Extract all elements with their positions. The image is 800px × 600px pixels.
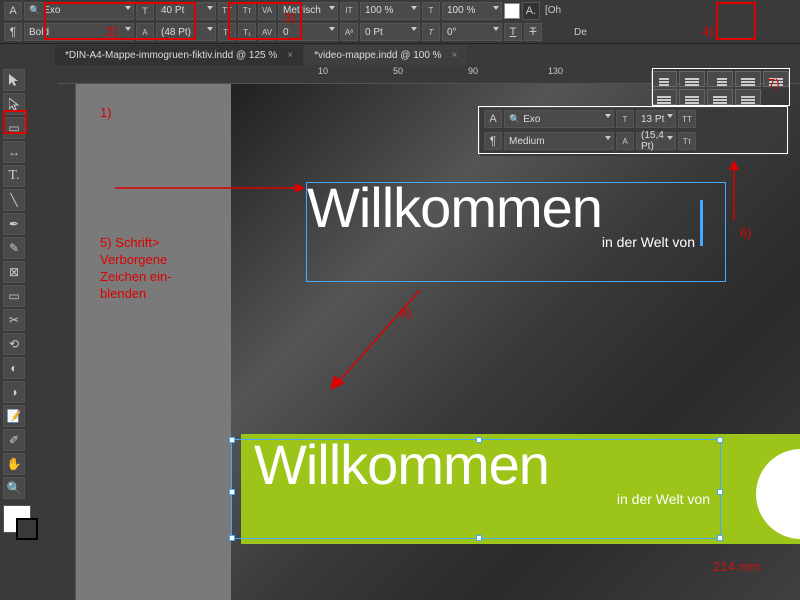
gradient-feather-tool[interactable]: ◑: [3, 381, 25, 403]
close-icon[interactable]: ×: [452, 50, 458, 61]
scissors-tool[interactable]: ✂: [3, 309, 25, 331]
arrow-1: [115, 178, 305, 198]
selection-tool[interactable]: [3, 69, 25, 91]
anno-box-4: [716, 2, 756, 40]
eyedropper-tool[interactable]: ✐: [3, 429, 25, 451]
skew-combo[interactable]: 0°: [442, 23, 502, 41]
fill-swatch[interactable]: [504, 3, 520, 19]
note-tool[interactable]: 📝: [3, 405, 25, 427]
line-tool[interactable]: ╲: [3, 189, 25, 211]
pasteboard: [76, 84, 231, 600]
white-circle: [756, 449, 800, 539]
char-panel-icon[interactable]: A: [4, 2, 22, 20]
anno-4: 4): [702, 24, 714, 39]
baseline-combo[interactable]: 0 Pt: [360, 23, 420, 41]
rectangle-frame-tool[interactable]: ⊠: [3, 261, 25, 283]
zoom-tool[interactable]: 🔍: [3, 477, 25, 499]
text-cursor: [700, 200, 703, 246]
anno-2: 2): [106, 24, 118, 39]
headline-text-2[interactable]: Willkommen: [254, 432, 720, 497]
hand-tool[interactable]: ✋: [3, 453, 25, 475]
tab-1[interactable]: *DIN-A4-Mappe-immogruen-fiktiv.indd @ 12…: [55, 45, 303, 65]
tab-2[interactable]: *video-mappe.indd @ 100 %×: [304, 45, 467, 65]
underline-icon[interactable]: T: [504, 23, 522, 41]
truncated-label-2: De: [574, 27, 587, 38]
para-panel-icon[interactable]: ¶: [4, 23, 22, 41]
arrow-6: [724, 160, 744, 220]
anno-box-type-tool: [3, 110, 27, 134]
green-banner[interactable]: Willkommen in der Welt von: [241, 434, 800, 544]
vscale-icon: IT: [340, 2, 358, 20]
rectangle-tool[interactable]: ▭: [3, 285, 25, 307]
gradient-swatch-tool[interactable]: ◐: [3, 357, 25, 379]
anno-6: 6): [740, 225, 752, 240]
hscale-icon: T: [422, 2, 440, 20]
vscale-combo[interactable]: 100 %: [360, 2, 420, 20]
hscale-combo[interactable]: 100 %: [442, 2, 502, 20]
dimension-label: 214 mm: [713, 559, 760, 574]
type-tool[interactable]: T.: [3, 165, 25, 187]
truncated-label: [Oh: [545, 5, 561, 16]
anno-1: 1): [100, 105, 112, 120]
text-frame-2[interactable]: Willkommen in der Welt von: [231, 439, 721, 539]
anno-box-2: [44, 2, 196, 40]
free-transform-tool[interactable]: ⟲: [3, 333, 25, 355]
gap-tool[interactable]: ↔: [3, 141, 25, 163]
tools-panel: ▭ ↔ T. ╲ ✒ ✎ ⊠ ▭ ✂ ⟲ ◐ ◑ 📝 ✐ ✋ 🔍: [0, 66, 48, 536]
pencil-tool[interactable]: ✎: [3, 237, 25, 259]
anno-3: 3): [284, 10, 296, 25]
document-tabs: *DIN-A4-Mappe-immogruen-fiktiv.indd @ 12…: [0, 44, 800, 66]
arrow-8: [330, 260, 480, 390]
anno-box-6: [478, 106, 788, 154]
skew-icon: T: [422, 23, 440, 41]
fill-stroke-proxy[interactable]: [3, 505, 31, 533]
anno-7: 7): [768, 76, 780, 91]
close-icon[interactable]: ×: [287, 50, 293, 61]
char-style-icon[interactable]: A.: [522, 2, 540, 20]
vertical-ruler[interactable]: [58, 84, 76, 600]
headline-text[interactable]: Willkommen: [307, 175, 725, 240]
anno-5: 5) Schrift> Verborgene Zeichen ein- blen…: [100, 235, 172, 303]
pen-tool[interactable]: ✒: [3, 213, 25, 235]
baseline-icon: Aª: [340, 23, 358, 41]
strikethrough-icon[interactable]: T: [524, 23, 542, 41]
